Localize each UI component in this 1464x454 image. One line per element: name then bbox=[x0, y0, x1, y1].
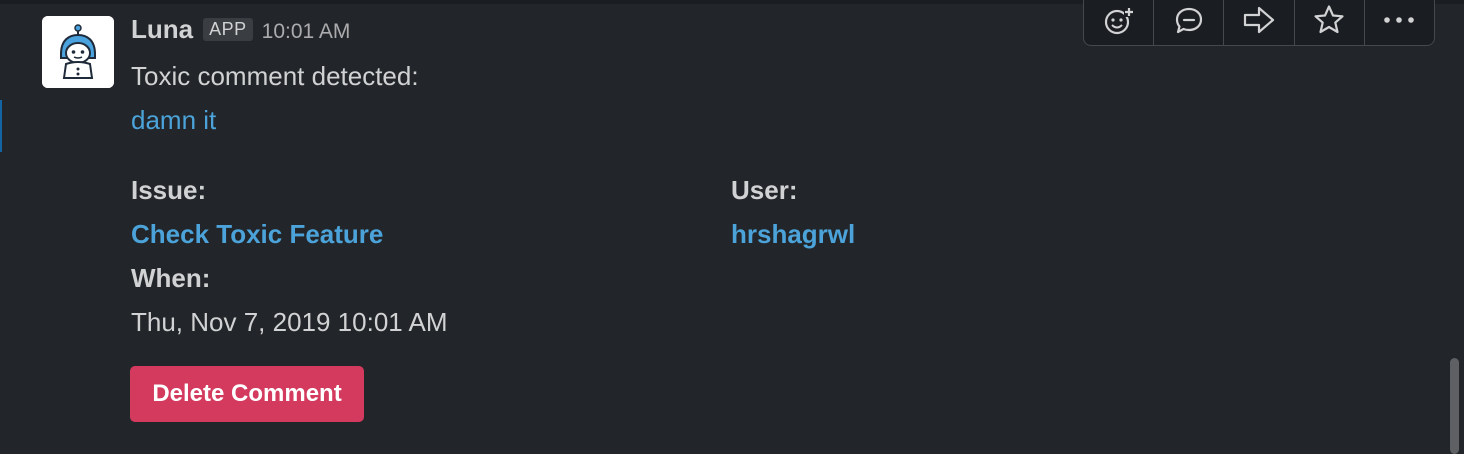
attachment-fields: Issue: Check Toxic Feature User: hrshagr… bbox=[131, 168, 1331, 348]
share-message-button[interactable] bbox=[1224, 0, 1295, 45]
share-message-icon bbox=[1243, 6, 1275, 34]
luna-bot-icon bbox=[42, 16, 114, 88]
add-reaction-icon bbox=[1104, 7, 1134, 35]
delete-comment-button[interactable]: Delete Comment bbox=[130, 366, 364, 422]
issue-label: Issue: bbox=[131, 175, 207, 205]
message-timestamp[interactable]: 10:01 AM bbox=[262, 20, 351, 44]
message-text: Toxic comment detected: bbox=[131, 61, 419, 91]
user-link[interactable]: hrshagrwl bbox=[731, 212, 855, 256]
sender-name[interactable]: Luna bbox=[131, 14, 193, 45]
app-badge: APP bbox=[203, 18, 253, 41]
scrollbar-thumb[interactable] bbox=[1450, 358, 1459, 454]
when-value: Thu, Nov 7, 2019 10:01 AM bbox=[131, 307, 448, 337]
more-actions-button[interactable] bbox=[1365, 0, 1434, 45]
star-button[interactable] bbox=[1295, 0, 1365, 45]
reply-in-thread-icon bbox=[1175, 7, 1202, 34]
user-label: User: bbox=[731, 175, 798, 205]
reply-in-thread-button[interactable] bbox=[1154, 0, 1225, 45]
message-pane: Luna APP 10:01 AM Toxic comment detected… bbox=[0, 0, 1464, 454]
more-actions-icon bbox=[1384, 17, 1415, 23]
avatar[interactable] bbox=[42, 16, 114, 88]
toxic-comment-link[interactable]: damn it bbox=[131, 98, 1331, 142]
star-icon bbox=[1314, 5, 1344, 34]
add-reaction-button[interactable] bbox=[1084, 0, 1155, 45]
message-actions-toolbar bbox=[1083, 0, 1435, 46]
selection-accent bbox=[0, 100, 2, 152]
when-label: When: bbox=[131, 263, 211, 293]
issue-link[interactable]: Check Toxic Feature bbox=[131, 212, 383, 256]
